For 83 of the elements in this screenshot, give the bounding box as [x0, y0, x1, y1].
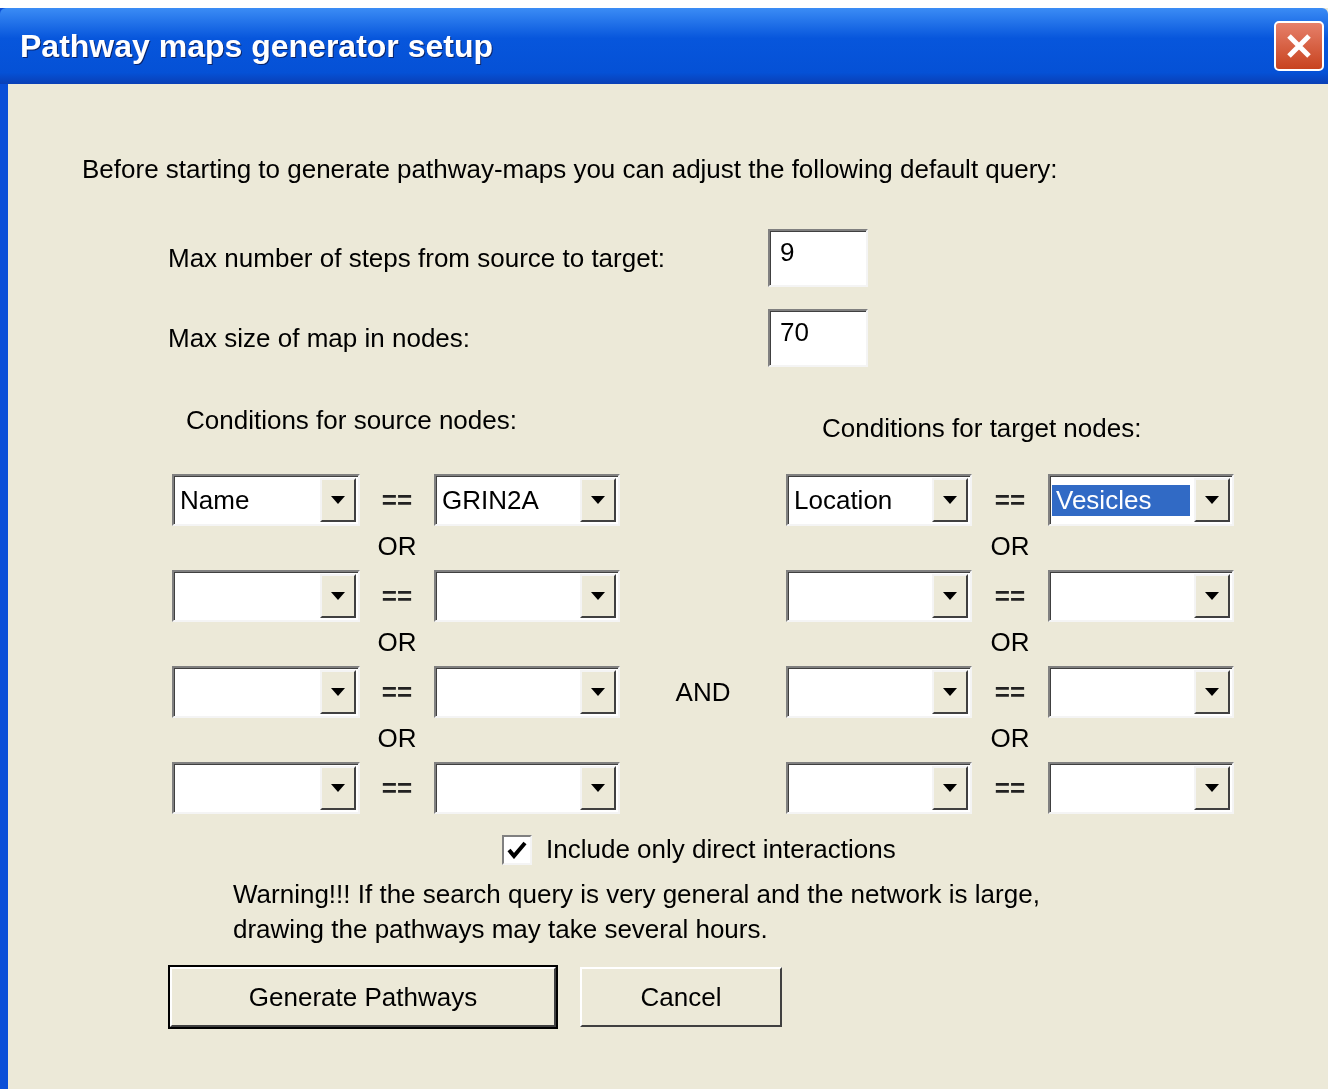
equals-operator: == — [380, 484, 414, 516]
number-input[interactable]: 70 — [768, 309, 868, 367]
dropdown-button[interactable] — [320, 574, 356, 618]
value-combo[interactable]: Vesicles — [1048, 474, 1234, 526]
value-combo[interactable]: GRIN2A — [434, 474, 620, 526]
field-label: Max number of steps from source to target: — [168, 242, 667, 274]
combo-value: Vesicles — [1052, 484, 1190, 516]
dropdown-button[interactable] — [580, 478, 616, 522]
value-combo[interactable] — [434, 666, 620, 718]
and-label: AND — [674, 676, 732, 709]
caret-icon — [943, 496, 957, 504]
caret-icon — [591, 496, 605, 504]
field-combo[interactable] — [172, 570, 360, 622]
target-heading: Conditions for target nodes: — [821, 413, 1143, 444]
caret-icon — [1205, 496, 1219, 504]
checkbox[interactable] — [502, 834, 532, 865]
value-combo[interactable] — [1048, 762, 1234, 814]
equals-operator: == — [380, 580, 414, 612]
field-label: Max size of map in nodes: — [168, 322, 472, 354]
equals-operator: == — [993, 772, 1027, 804]
dropdown-button[interactable] — [932, 766, 968, 810]
or-label: OR — [376, 626, 418, 659]
value-combo[interactable] — [1048, 570, 1234, 622]
dropdown-button[interactable] — [932, 478, 968, 522]
combo-value: Location — [793, 484, 894, 516]
equals-operator: == — [380, 772, 414, 804]
window-title: Pathway maps generator setup — [20, 27, 494, 65]
dropdown-button[interactable] — [932, 574, 968, 618]
dropdown-button[interactable] — [1194, 574, 1230, 618]
equals-operator: == — [993, 580, 1027, 612]
dropdown-button[interactable] — [320, 766, 356, 810]
caret-icon — [331, 496, 345, 504]
field-combo[interactable]: Location — [786, 474, 972, 526]
value-combo[interactable] — [434, 762, 620, 814]
check-icon — [507, 840, 527, 859]
combo-value: Name — [179, 484, 251, 516]
number-input[interactable]: 9 — [768, 229, 868, 287]
dropdown-button[interactable] — [320, 670, 356, 714]
dropdown-button[interactable] — [932, 670, 968, 714]
close-icon — [1285, 32, 1313, 60]
caret-icon — [591, 688, 605, 696]
caret-icon — [1205, 688, 1219, 696]
equals-operator: == — [380, 676, 414, 708]
or-label: OR — [989, 722, 1031, 755]
field-combo[interactable]: Name — [172, 474, 360, 526]
caret-icon — [943, 784, 957, 792]
dialog-button[interactable]: Cancel — [580, 967, 782, 1027]
dropdown-button[interactable] — [580, 766, 616, 810]
caret-icon — [1205, 784, 1219, 792]
combo-value: GRIN2A — [441, 484, 540, 516]
value-combo[interactable] — [1048, 666, 1234, 718]
caret-icon — [943, 592, 957, 600]
equals-operator: == — [993, 676, 1027, 708]
or-label: OR — [376, 530, 418, 563]
caret-icon — [943, 688, 957, 696]
or-label: OR — [989, 626, 1031, 659]
field-combo[interactable] — [786, 762, 972, 814]
dropdown-button[interactable] — [580, 574, 616, 618]
value-combo[interactable] — [434, 570, 620, 622]
close-button[interactable] — [1274, 21, 1324, 71]
intro-text: Before starting to generate pathway-maps you can adjust the following default query: — [82, 154, 1059, 185]
dropdown-button[interactable] — [1194, 478, 1230, 522]
dropdown-button[interactable] — [1194, 766, 1230, 810]
caret-icon — [331, 592, 345, 600]
caret-icon — [591, 592, 605, 600]
field-combo[interactable] — [172, 762, 360, 814]
or-label: OR — [376, 722, 418, 755]
source-heading: Conditions for source nodes: — [185, 405, 518, 436]
caret-icon — [1205, 592, 1219, 600]
dropdown-button[interactable] — [1194, 670, 1230, 714]
field-combo[interactable] — [172, 666, 360, 718]
caret-icon — [331, 688, 345, 696]
equals-operator: == — [993, 484, 1027, 516]
or-label: OR — [989, 530, 1031, 563]
dropdown-button[interactable] — [320, 478, 356, 522]
dropdown-button[interactable] — [580, 670, 616, 714]
checkbox-label: Include only direct interactions — [546, 834, 896, 865]
dialog-button[interactable]: Generate Pathways — [170, 967, 556, 1027]
caret-icon — [331, 784, 345, 792]
warning-text: Warning!!! If the search query is very general and the network is large, drawing the pathways may take several hours. — [233, 878, 1041, 946]
field-combo[interactable] — [786, 666, 972, 718]
caret-icon — [591, 784, 605, 792]
field-combo[interactable] — [786, 570, 972, 622]
